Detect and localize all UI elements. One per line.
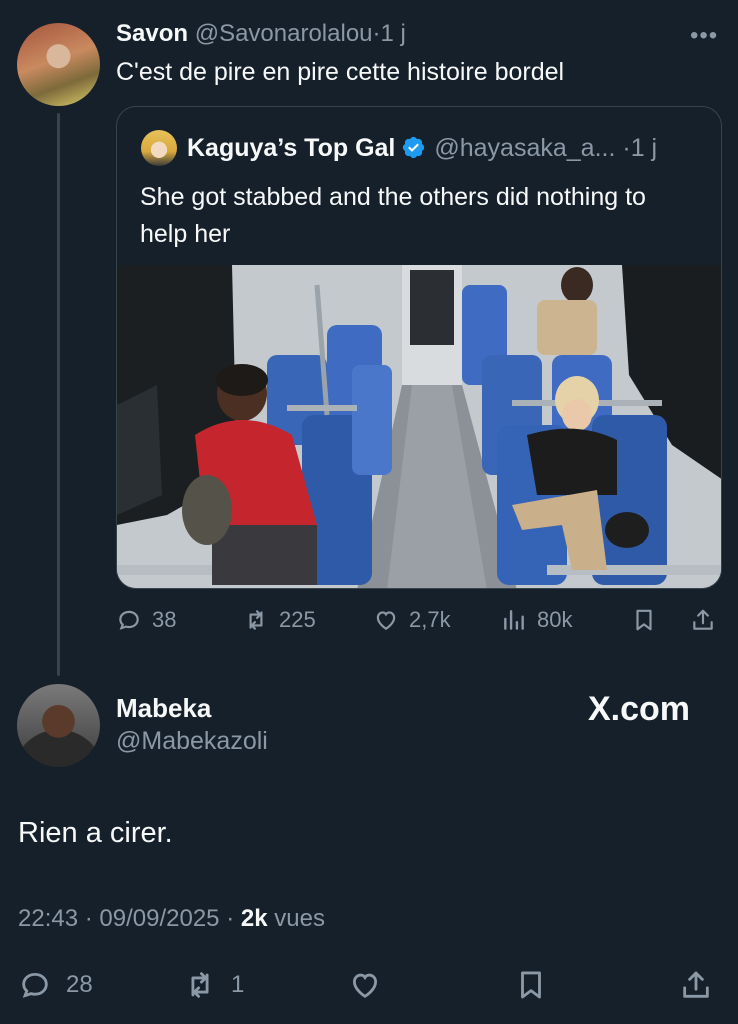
train-interior-photo bbox=[117, 265, 721, 588]
quote-time: 1 j bbox=[630, 134, 658, 162]
like-button[interactable]: 2,7k bbox=[373, 604, 451, 636]
quote-tweet-text: She got stabbed and the others did nothi… bbox=[140, 183, 646, 248]
bookmark-icon bbox=[521, 971, 541, 999]
quote-author-handle: @hayasaka_a... bbox=[434, 134, 616, 162]
quote-author-name: Kaguya’s Top Gal bbox=[187, 134, 396, 162]
bookmark-icon bbox=[636, 609, 652, 631]
main-like-button[interactable] bbox=[348, 966, 382, 1004]
repost-button[interactable]: 225 bbox=[243, 604, 316, 636]
separator-dot: · bbox=[226, 905, 235, 932]
separator-dot: · bbox=[372, 20, 381, 47]
parent-author-handle[interactable]: @Savonarolalou bbox=[195, 20, 373, 47]
separator-dot: · bbox=[84, 905, 93, 932]
main-repost-button[interactable]: 1 bbox=[183, 966, 244, 1004]
repost-count: 225 bbox=[279, 607, 316, 632]
separator-dot: · bbox=[615, 134, 631, 162]
quote-tweet-header: Kaguya’s Top Gal @hayasaka_a... ·1 j bbox=[187, 134, 657, 163]
main-tweet-text: Rien a cirer. bbox=[18, 817, 173, 849]
views-icon bbox=[504, 610, 524, 630]
x-watermark: X.com bbox=[588, 690, 691, 728]
reply-button[interactable]: 38 bbox=[116, 604, 176, 636]
main-reply-count: 28 bbox=[66, 971, 93, 998]
quoted-tweet-card[interactable]: Kaguya’s Top Gal @hayasaka_a... ·1 j She… bbox=[116, 106, 722, 589]
avatar-kaguya bbox=[141, 130, 177, 166]
repost-icon bbox=[249, 610, 263, 630]
more-options-icon[interactable]: ••• bbox=[690, 22, 718, 50]
main-author-name[interactable]: Mabeka bbox=[116, 693, 211, 724]
avatar-savon[interactable] bbox=[17, 23, 100, 106]
avatar-mabeka[interactable] bbox=[17, 684, 100, 767]
main-repost-count: 1 bbox=[231, 971, 245, 998]
share-icon bbox=[683, 971, 709, 998]
main-reply-button[interactable]: 28 bbox=[18, 966, 93, 1004]
bookmark-button[interactable] bbox=[631, 604, 657, 636]
views-count: 80k bbox=[537, 607, 573, 632]
main-author-handle[interactable]: @Mabekazoli bbox=[116, 727, 268, 756]
reply-count: 38 bbox=[152, 607, 177, 632]
verified-badge-icon bbox=[403, 136, 425, 159]
parent-tweet-header: Savon @Savonarolalou·1 j bbox=[116, 20, 406, 48]
share-icon bbox=[693, 609, 713, 630]
share-button[interactable] bbox=[690, 604, 716, 636]
like-count: 2,7k bbox=[409, 607, 451, 632]
tweet-views-count: 2k bbox=[240, 905, 268, 932]
reply-icon bbox=[119, 610, 139, 630]
heart-icon bbox=[376, 611, 396, 630]
thread-line bbox=[57, 113, 60, 676]
tweet-views-label: vues bbox=[274, 905, 325, 932]
parent-time[interactable]: 1 j bbox=[381, 20, 406, 47]
main-bookmark-button[interactable] bbox=[514, 966, 548, 1004]
views-button[interactable]: 80k bbox=[501, 604, 572, 636]
tweet-date[interactable]: 09/09/2025 bbox=[99, 905, 219, 932]
heart-icon bbox=[352, 973, 378, 998]
main-tweet-meta: 22:43 · 09/09/2025 · 2k vues bbox=[18, 905, 325, 933]
parent-author-name[interactable]: Savon bbox=[116, 20, 188, 47]
main-share-button[interactable] bbox=[679, 966, 713, 1004]
quote-media-image[interactable] bbox=[117, 265, 721, 588]
repost-icon bbox=[191, 972, 209, 998]
parent-tweet-text: C'est de pire en pire cette histoire bor… bbox=[116, 58, 565, 86]
reply-icon bbox=[22, 972, 48, 998]
tweet-time[interactable]: 22:43 bbox=[18, 905, 78, 932]
